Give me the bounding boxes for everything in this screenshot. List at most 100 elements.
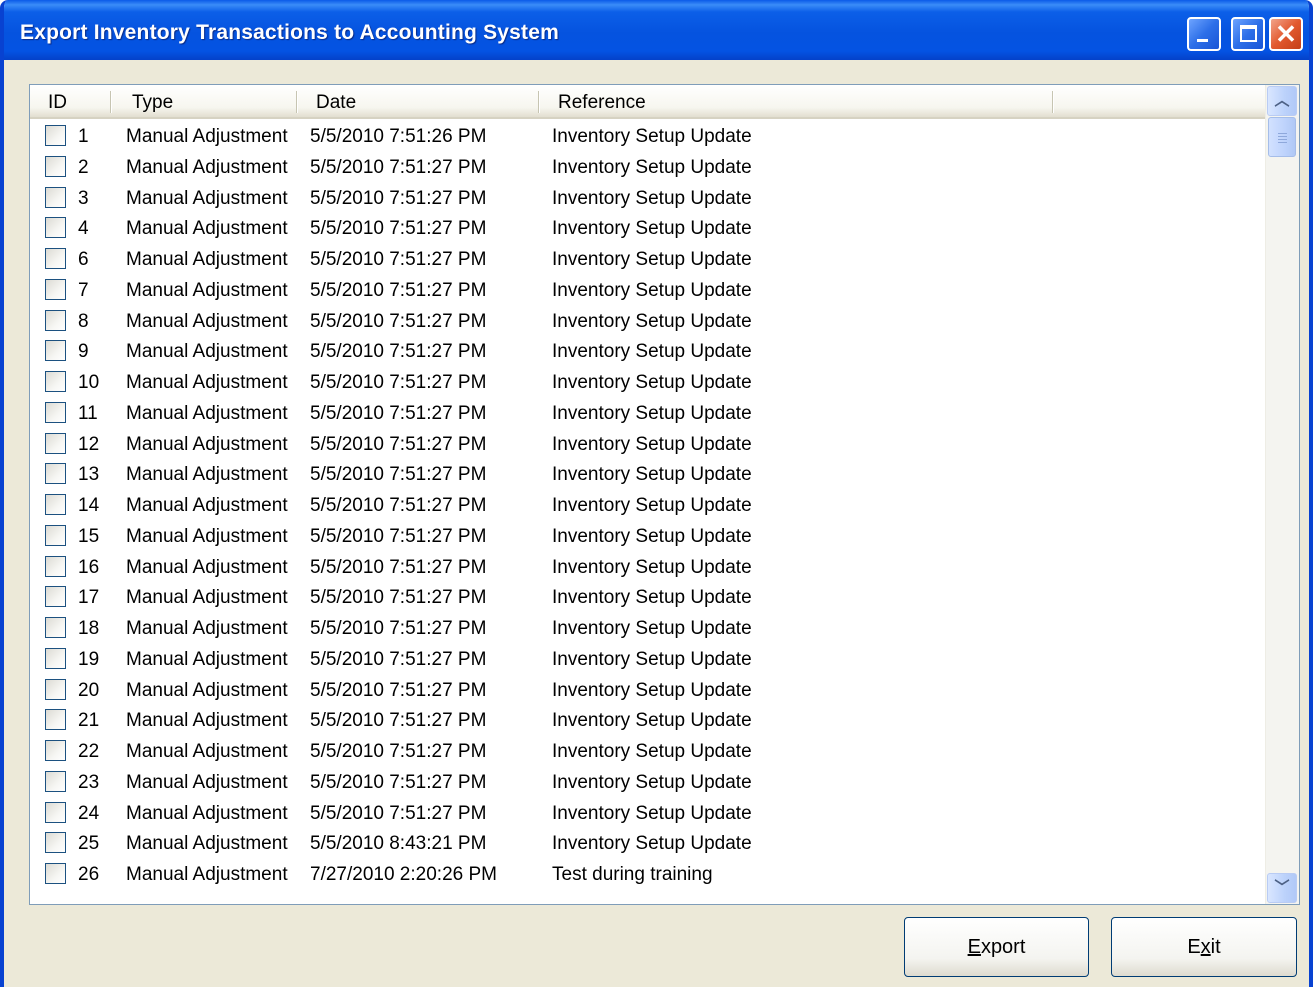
row-checkbox[interactable] [45, 309, 66, 331]
cell-reference: Inventory Setup Update [552, 710, 752, 732]
table-row[interactable]: 23 Manual Adjustment 5/5/2010 7:51:27 PM In… [30, 768, 1268, 799]
column-separator[interactable] [1052, 91, 1054, 113]
row-checkbox[interactable] [45, 586, 66, 608]
cell-reference: Inventory Setup Update [552, 372, 752, 393]
table-row[interactable]: 1 Manual Adjustment 5/5/2010 7:51:26 PM Inv… [30, 122, 1268, 153]
exit-label-first: E [1187, 936, 1201, 958]
table-row[interactable]: 24 Manual Adjustment 5/5/2010 7:51:27 PM In… [30, 799, 1268, 830]
table-row[interactable]: 21 Manual Adjustment 5/5/2010 7:51:27 PM In… [30, 706, 1268, 737]
cell-date: 5/5/2010 7:51:27 PM [310, 679, 487, 701]
table-row[interactable]: 19 Manual Adjustment 5/5/2010 7:51:27 PM In… [30, 645, 1268, 676]
row-checkbox[interactable] [45, 863, 66, 884]
close-button[interactable]: ✕ [1269, 17, 1303, 51]
scroll-down-button[interactable]: ﹀ [1267, 873, 1297, 903]
exit-button[interactable]: Exit [1111, 917, 1297, 977]
cell-type: Manual Adjustment [126, 495, 288, 516]
row-checkbox[interactable] [45, 463, 66, 485]
vertical-scrollbar[interactable]: ︿ ﹀ [1265, 85, 1299, 904]
cell-reference: Inventory Setup Update [552, 618, 752, 639]
row-checkbox[interactable] [45, 125, 66, 146]
cell-id: 24 [78, 802, 100, 824]
cell-type: Manual Adjustment [126, 556, 288, 578]
cell-type: Manual Adjustment [126, 310, 288, 332]
export-button[interactable]: Export [904, 917, 1089, 977]
column-separator[interactable] [110, 91, 112, 113]
cell-reference: Inventory Setup Update [552, 648, 752, 670]
transactions-list[interactable]: ID Type Date Reference 1 Manual Adjustmen… [29, 84, 1300, 905]
cell-reference: Inventory Setup Update [552, 833, 752, 855]
minimize-button[interactable] [1187, 17, 1221, 51]
column-separator[interactable] [538, 91, 540, 113]
row-checkbox[interactable] [45, 740, 66, 761]
row-checkbox[interactable] [45, 770, 66, 792]
table-row[interactable]: 10 Manual Adjustment 5/5/2010 7:51:27 PM In… [30, 368, 1268, 399]
row-checkbox[interactable] [45, 186, 66, 208]
cell-date: 5/5/2010 7:51:27 PM [310, 310, 487, 332]
cell-date: 5/5/2010 7:51:27 PM [310, 525, 487, 547]
cell-id: 14 [78, 495, 100, 516]
cell-reference: Inventory Setup Update [552, 556, 752, 578]
table-row[interactable]: 15 Manual Adjustment 5/5/2010 7:51:27 PM In… [30, 522, 1268, 553]
table-row[interactable]: 12 Manual Adjustment 5/5/2010 7:51:27 PM In… [30, 430, 1268, 461]
row-checkbox[interactable] [45, 494, 66, 515]
cell-id: 26 [78, 864, 100, 885]
table-row[interactable]: 7 Manual Adjustment 5/5/2010 7:51:27 PM Inv… [30, 276, 1268, 307]
scroll-thumb[interactable] [1268, 117, 1296, 157]
row-checkbox[interactable] [45, 524, 66, 546]
table-row[interactable]: 4 Manual Adjustment 5/5/2010 7:51:27 PM Inv… [30, 214, 1268, 245]
table-row[interactable]: 25 Manual Adjustment 5/5/2010 8:43:21 PM In… [30, 829, 1268, 860]
row-checkbox[interactable] [45, 217, 66, 239]
row-checkbox[interactable] [45, 432, 66, 454]
table-row[interactable]: 17 Manual Adjustment 5/5/2010 7:51:27 PM In… [30, 583, 1268, 614]
table-row[interactable]: 3 Manual Adjustment 5/5/2010 7:51:27 PM Inv… [30, 184, 1268, 215]
column-header-date[interactable]: Date [316, 85, 356, 117]
row-checkbox[interactable] [45, 278, 66, 300]
cell-reference: Inventory Setup Update [552, 679, 752, 701]
grip-line [1278, 133, 1287, 134]
column-header-id[interactable]: ID [48, 85, 67, 117]
cell-date: 5/5/2010 7:51:27 PM [310, 341, 487, 363]
column-header-type[interactable]: Type [132, 85, 173, 117]
table-row[interactable]: 22 Manual Adjustment 5/5/2010 7:51:27 PM In… [30, 737, 1268, 768]
row-checkbox[interactable] [45, 647, 66, 669]
table-row[interactable]: 13 Manual Adjustment 5/5/2010 7:51:27 PM In… [30, 460, 1268, 491]
scroll-up-button[interactable]: ︿ [1267, 86, 1297, 116]
row-checkbox[interactable] [45, 155, 66, 177]
row-checkbox[interactable] [45, 248, 66, 269]
cell-date: 5/5/2010 7:51:27 PM [310, 433, 487, 455]
row-checkbox[interactable] [45, 617, 66, 638]
table-row[interactable]: 16 Manual Adjustment 5/5/2010 7:51:27 PM In… [30, 553, 1268, 584]
cell-type: Manual Adjustment [126, 372, 288, 393]
row-checkbox[interactable] [45, 832, 66, 854]
cell-id: 3 [78, 187, 89, 209]
row-checkbox[interactable] [45, 709, 66, 731]
cell-id: 13 [78, 464, 100, 486]
cell-id: 10 [78, 372, 100, 393]
cell-date: 5/5/2010 7:51:27 PM [310, 802, 487, 824]
row-checkbox[interactable] [45, 371, 66, 392]
table-row[interactable]: 26 Manual Adjustment 7/27/2010 2:20:26 PM T… [30, 860, 1268, 891]
maximize-button[interactable] [1231, 17, 1265, 51]
cell-reference: Inventory Setup Update [552, 341, 752, 363]
table-row[interactable]: 14 Manual Adjustment 5/5/2010 7:51:27 PM In… [30, 491, 1268, 522]
column-header-reference[interactable]: Reference [558, 85, 646, 117]
cell-id: 8 [78, 310, 89, 332]
cell-type: Manual Adjustment [126, 741, 288, 762]
table-row[interactable]: 18 Manual Adjustment 5/5/2010 7:51:27 PM In… [30, 614, 1268, 645]
table-row[interactable]: 11 Manual Adjustment 5/5/2010 7:51:27 PM In… [30, 399, 1268, 430]
table-row[interactable]: 8 Manual Adjustment 5/5/2010 7:51:27 PM Inv… [30, 307, 1268, 338]
grip-line [1278, 136, 1287, 137]
title-bar[interactable]: Export Inventory Transactions to Account… [4, 0, 1309, 60]
row-checkbox[interactable] [45, 401, 66, 423]
row-checkbox[interactable] [45, 555, 66, 577]
row-checkbox[interactable] [45, 340, 66, 362]
row-checkbox[interactable] [45, 678, 66, 700]
table-row[interactable]: 20 Manual Adjustment 5/5/2010 7:51:27 PM In… [30, 676, 1268, 707]
table-row[interactable]: 2 Manual Adjustment 5/5/2010 7:51:27 PM Inv… [30, 153, 1268, 184]
cell-id: 25 [78, 833, 100, 855]
grip-line [1278, 139, 1287, 140]
table-row[interactable]: 6 Manual Adjustment 5/5/2010 7:51:27 PM Inv… [30, 245, 1268, 276]
table-row[interactable]: 9 Manual Adjustment 5/5/2010 7:51:27 PM Inv… [30, 337, 1268, 368]
row-checkbox[interactable] [45, 801, 66, 823]
column-separator[interactable] [296, 91, 298, 113]
